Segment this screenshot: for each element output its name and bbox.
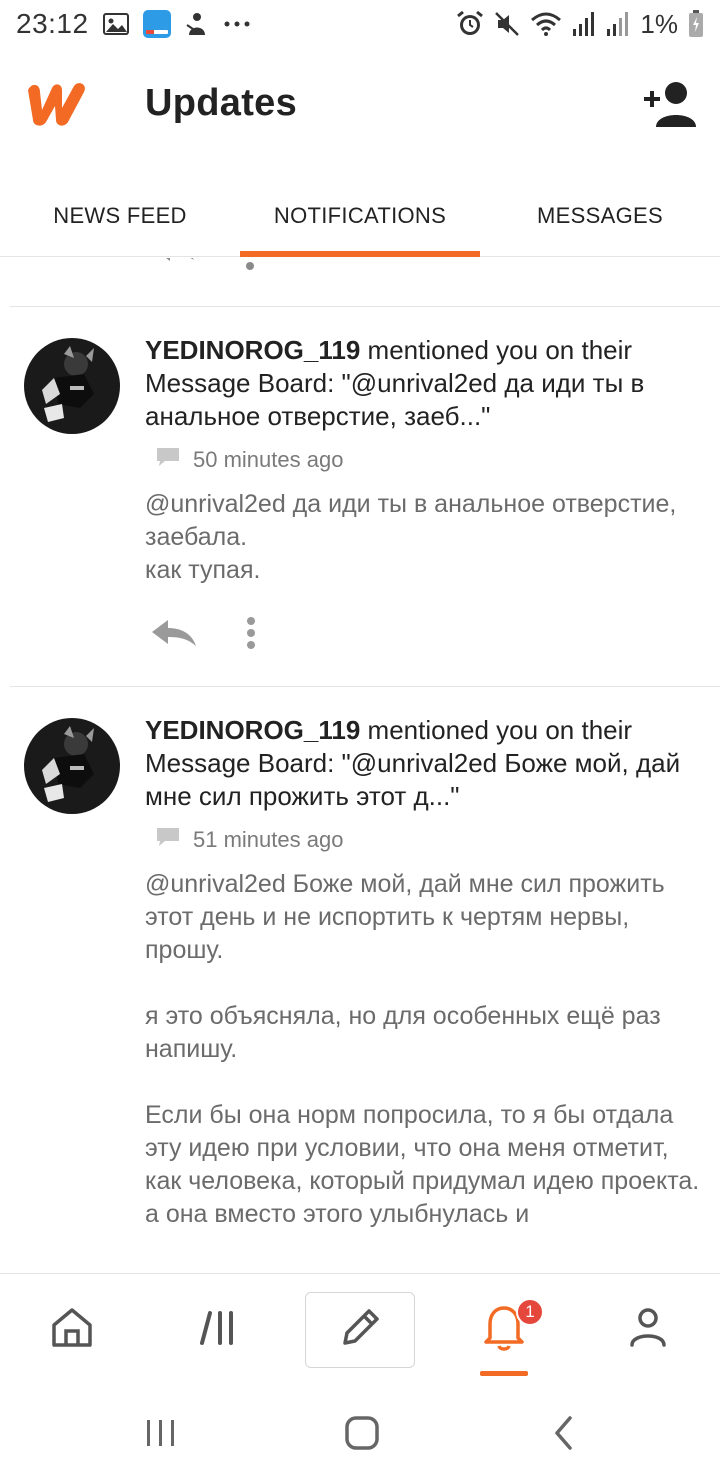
home-button[interactable] [332,1410,392,1460]
avatar[interactable] [24,338,120,434]
library-icon [198,1307,238,1352]
wifi-icon [530,11,562,37]
battery-percent: 1% [640,8,678,39]
signal-icon [606,11,630,37]
comment-icon [155,446,181,474]
tab-messages[interactable]: MESSAGES [480,175,720,257]
tab-label: NOTIFICATIONS [273,203,447,228]
app-header: Updates [0,60,720,156]
app-notification-icon [185,11,209,37]
status-bar: 23:12 1% [0,0,720,48]
profile-icon [626,1305,670,1354]
battery-charging-icon [688,10,704,38]
notification-headline: YEDINOROG_119 mentioned you on their Mes… [145,334,705,433]
add-person-icon [642,81,698,132]
notification-actions [150,616,256,650]
notification-username[interactable]: YEDINOROG_119 [145,715,360,745]
notification-message-body: @unrival2ed Боже мой, дай мне сил прожит… [145,870,700,1228]
page-title: Updates [145,82,298,124]
wordbit-app-icon [142,10,171,38]
notification-item[interactable]: YEDINOROG_119 mentioned you on their Mes… [0,306,720,686]
nav-profile[interactable] [593,1274,703,1384]
home-icon [50,1305,94,1354]
bottom-navigation: 1 [0,1273,720,1388]
home-circle-icon [344,1415,380,1456]
nav-home[interactable] [17,1274,127,1384]
notification-item[interactable]: YEDINOROG_119 mentioned you on their Mes… [0,686,720,1273]
recent-apps-button[interactable] [131,1410,191,1460]
previous-item-actions [150,258,270,270]
avatar[interactable] [24,718,120,814]
nav-library[interactable] [163,1274,273,1384]
status-time: 23:12 [16,8,89,39]
tab-label: NEWS FEED [53,203,187,228]
more-dots-icon [223,20,251,28]
notifications-feed[interactable]: YEDINOROG_119 mentioned you on their Mes… [0,258,720,1273]
system-navigation-bar [0,1388,720,1480]
notification-username[interactable]: YEDINOROG_119 [145,335,360,365]
nav-write[interactable] [305,1292,415,1368]
notification-meta: 51 minutes ago [155,826,343,854]
mute-icon [494,11,520,37]
more-options-icon[interactable] [246,616,256,650]
image-icon [102,13,129,35]
notification-message-body: @unrival2ed да иди ты в анальное отверст… [145,490,677,584]
write-icon [337,1305,383,1356]
notification-meta: 50 minutes ago [155,446,343,474]
add-friend-button[interactable] [640,78,700,134]
reply-button[interactable] [150,618,198,648]
back-button[interactable] [534,1410,594,1460]
back-chevron-icon [550,1415,578,1456]
signal-icon [572,11,596,37]
tab-bar: NEWS FEED NOTIFICATIONS MESSAGES [0,175,720,257]
alarm-icon [456,10,484,38]
tab-news-feed[interactable]: NEWS FEED [0,175,240,257]
wattpad-logo[interactable] [22,78,90,130]
notification-badge: 1 [516,1298,544,1326]
recent-apps-icon [144,1416,178,1455]
nav-notifications[interactable] [449,1274,559,1384]
tab-label: MESSAGES [537,203,663,228]
notification-headline: YEDINOROG_119 mentioned you on their Mes… [145,714,705,813]
notification-time: 51 minutes ago [193,827,344,852]
active-tab-indicator [480,1371,528,1376]
comment-icon [155,826,181,854]
tab-notifications[interactable]: NOTIFICATIONS [240,175,480,257]
notification-time: 50 minutes ago [193,447,344,472]
